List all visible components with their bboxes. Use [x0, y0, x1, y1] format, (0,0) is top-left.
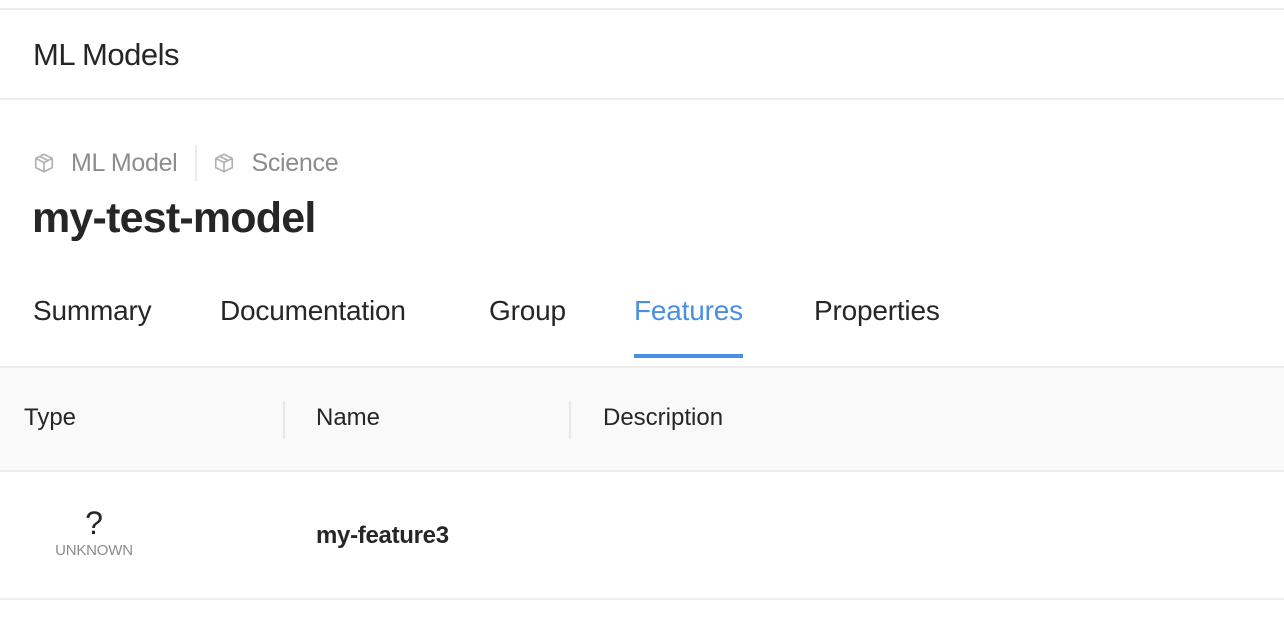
column-resize-handle[interactable]: [569, 401, 571, 439]
entity-platform-label: Science: [251, 148, 339, 177]
cube-icon: [215, 153, 234, 173]
question-mark-icon: ?: [85, 505, 103, 541]
tab-summary[interactable]: Summary: [33, 295, 152, 354]
tab-features[interactable]: Features: [634, 295, 743, 358]
page-header: ML Models: [0, 10, 1284, 100]
features-table-header: Type Name Description: [0, 368, 1284, 472]
entity-meta: ML Model Science: [33, 145, 339, 181]
column-header-description[interactable]: Description: [603, 404, 723, 432]
entity-type: ML Model: [33, 148, 178, 178]
meta-divider: [195, 145, 198, 181]
page-header-title: ML Models: [33, 37, 179, 72]
table-row[interactable]: ? UNKNOWN my-feature3: [0, 472, 1284, 600]
tab-bar: Summary Documentation Group Features Pro…: [0, 280, 1284, 368]
entity-platform[interactable]: Science: [213, 148, 339, 178]
tab-group[interactable]: Group: [489, 295, 566, 354]
column-resize-handle[interactable]: [283, 401, 285, 439]
cube-icon: [34, 153, 54, 173]
column-header-type[interactable]: Type: [24, 404, 76, 432]
tab-properties[interactable]: Properties: [814, 295, 940, 354]
entity-type-label: ML Model: [71, 148, 178, 177]
entity-title: my-test-model: [32, 194, 316, 242]
feature-type-label: UNKNOWN: [55, 542, 133, 559]
tab-documentation[interactable]: Documentation: [220, 295, 406, 354]
column-header-name[interactable]: Name: [316, 404, 380, 432]
feature-type-cell: ? UNKNOWN: [34, 505, 154, 559]
feature-name[interactable]: my-feature3: [316, 522, 449, 550]
